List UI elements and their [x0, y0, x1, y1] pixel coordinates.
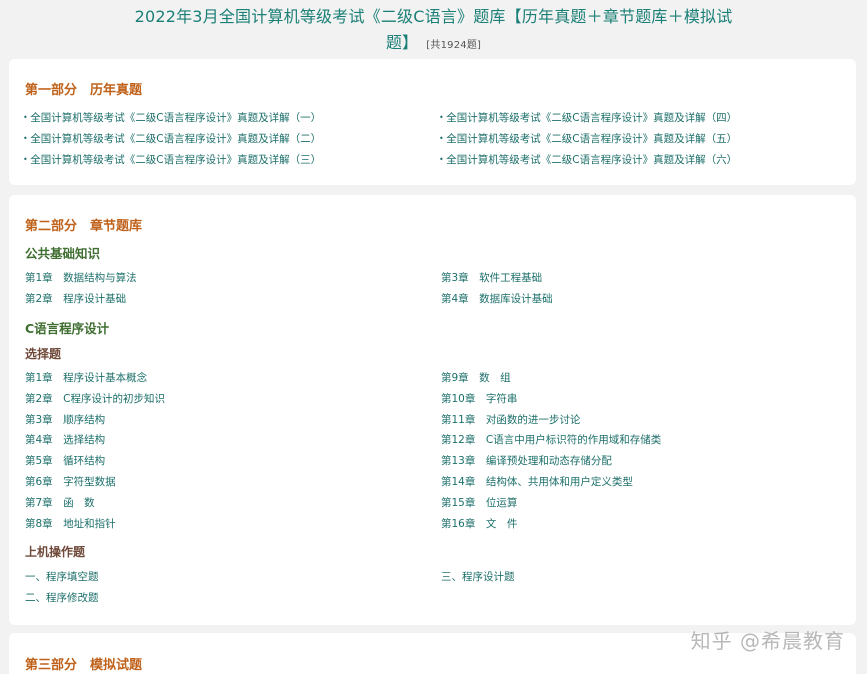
- exam-link-5[interactable]: 全国计算机等级考试《二级C语言程序设计》真题及详解（五）: [439, 132, 737, 146]
- watermark: 知乎 @希晨教育: [690, 629, 845, 653]
- part1-card: 第一部分 历年真题 全国计算机等级考试《二级C语言程序设计》真题及详解（一） 全…: [9, 59, 856, 185]
- chapter-link[interactable]: 第4章 选择结构: [25, 433, 105, 447]
- chapter-link[interactable]: 第2章 C程序设计的初步知识: [25, 392, 165, 406]
- exam-link-2[interactable]: 全国计算机等级考试《二级C语言程序设计》真题及详解（二）: [23, 132, 321, 146]
- exam-link-1[interactable]: 全国计算机等级考试《二级C语言程序设计》真题及详解（一）: [23, 111, 321, 125]
- chapter-link[interactable]: 第2章 程序设计基础: [25, 292, 126, 306]
- chapter-link[interactable]: 第1章 数据结构与算法: [25, 271, 137, 285]
- chapter-link[interactable]: 第16章 文 件: [441, 517, 517, 531]
- exam-link-3[interactable]: 全国计算机等级考试《二级C语言程序设计》真题及详解（三）: [23, 153, 321, 167]
- part1-title: 第一部分 历年真题: [25, 83, 143, 98]
- chapter-link[interactable]: 第9章 数 组: [441, 371, 511, 385]
- chapter-link[interactable]: 第15章 位运算: [441, 496, 517, 510]
- chapter-link[interactable]: 第7章 函 数: [25, 496, 95, 510]
- chapter-link[interactable]: 第5章 循环结构: [25, 454, 105, 468]
- chapter-link[interactable]: 第4章 数据库设计基础: [441, 292, 553, 306]
- chapter-link[interactable]: 第8章 地址和指针: [25, 517, 116, 531]
- page-header: 2022年3月全国计算机等级考试《二级C语言》题库【历年真题＋章节题库＋模拟试 …: [0, 0, 867, 59]
- operation-link[interactable]: 三、程序设计题: [441, 570, 515, 584]
- page-title-line1: 2022年3月全国计算机等级考试《二级C语言》题库【历年真题＋章节题库＋模拟试: [134, 7, 733, 26]
- question-count: [共1924题]: [426, 40, 482, 51]
- part2-title: 第二部分 章节题库: [25, 219, 143, 234]
- page-title-line2: 题】 [共1924题]: [386, 30, 481, 59]
- chapter-link[interactable]: 第3章 软件工程基础: [441, 271, 542, 285]
- chapter-link[interactable]: 第13章 编译预处理和动态存储分配: [441, 454, 612, 468]
- page-title-tail: 题】: [385, 33, 419, 52]
- operation-link[interactable]: 一、程序填空题: [25, 570, 99, 584]
- chapter-link[interactable]: 第1章 程序设计基本概念: [25, 371, 147, 385]
- part2-card: 第二部分 章节题库 公共基础知识 第1章 数据结构与算法 第2章 程序设计基础 …: [9, 195, 856, 625]
- chapter-link[interactable]: 第3章 顺序结构: [25, 413, 105, 427]
- operation-link[interactable]: 二、程序修改题: [25, 591, 99, 605]
- operation-heading: 上机操作题: [25, 545, 86, 559]
- choice-heading: 选择题: [25, 347, 62, 361]
- public-basics-heading: 公共基础知识: [25, 246, 101, 261]
- exam-link-6[interactable]: 全国计算机等级考试《二级C语言程序设计》真题及详解（六）: [439, 153, 737, 167]
- c-programming-heading: C语言程序设计: [25, 321, 110, 336]
- chapter-link[interactable]: 第12章 C语言中用户标识符的作用域和存储类: [441, 433, 661, 447]
- chapter-link[interactable]: 第10章 字符串: [441, 392, 517, 406]
- chapter-link[interactable]: 第11章 对函数的进一步讨论: [441, 413, 580, 427]
- exam-link-4[interactable]: 全国计算机等级考试《二级C语言程序设计》真题及详解（四）: [439, 111, 737, 125]
- chapter-link[interactable]: 第14章 结构体、共用体和用户定义类型: [441, 475, 633, 489]
- part3-title: 第三部分 模拟试题: [25, 658, 143, 673]
- chapter-link[interactable]: 第6章 字符型数据: [25, 475, 116, 489]
